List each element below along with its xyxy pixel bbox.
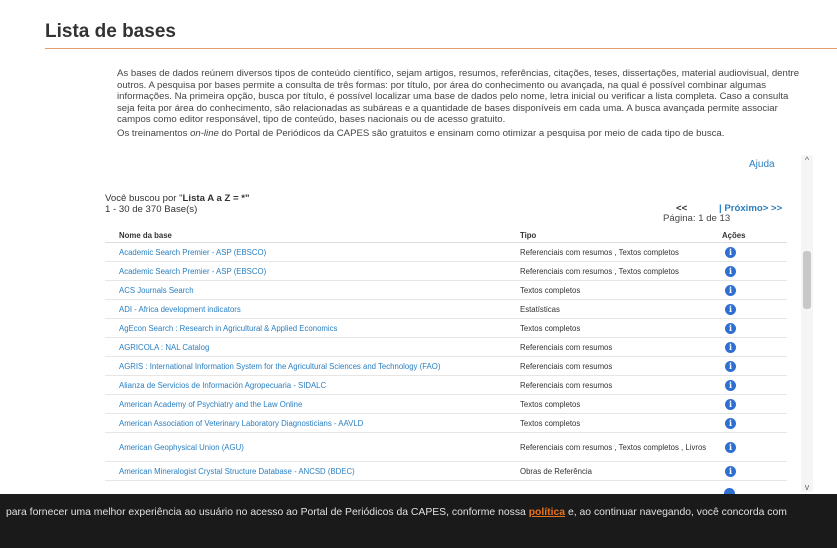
- intro-paragraph: As bases de dados reúnem diversos tipos …: [117, 68, 800, 126]
- base-name-link[interactable]: Alianza de Servicios de Información Agro…: [105, 375, 520, 395]
- table-row: AGRICOLA : NAL Catalog Referenciais com …: [105, 337, 787, 357]
- table-row: Alianza de Servicios de Información Agro…: [105, 375, 787, 395]
- cookie-text-after: e, ao continuar navegando, você concorda…: [565, 507, 787, 518]
- base-tipo: Referenciais com resumos: [520, 356, 722, 376]
- table-header-row: Nome da base Tipo Ações: [105, 228, 787, 243]
- base-name-link[interactable]: Academic Search Premier - ASP (EBSCO): [105, 261, 520, 281]
- base-tipo: Textos completos: [520, 394, 722, 414]
- base-tipo: Obras de Referência: [520, 461, 722, 481]
- base-tipo: Estatísticas: [520, 299, 722, 319]
- training-text-before: Os treinamentos: [117, 128, 191, 139]
- info-icon[interactable]: i: [725, 265, 736, 277]
- search-query: Lista A a Z = *: [182, 193, 246, 204]
- info-icon[interactable]: i: [725, 398, 736, 410]
- info-icon[interactable]: i: [725, 284, 736, 296]
- info-icon[interactable]: i: [725, 246, 736, 258]
- bases-table: Nome da base Tipo Ações Academic Search …: [105, 228, 787, 481]
- page-info: Página: 1 de 13: [663, 213, 731, 224]
- base-tipo: Referenciais com resumos: [520, 337, 722, 357]
- base-name-link[interactable]: Academic Search Premier - ASP (EBSCO): [105, 242, 520, 262]
- table-row: AGRIS : International Information System…: [105, 356, 787, 376]
- title-divider: [45, 48, 837, 49]
- column-header-tipo: Tipo: [520, 228, 722, 243]
- training-text-after: do Portal de Periódicos da CAPES são gra…: [218, 128, 725, 139]
- training-online-italic: on-line: [190, 128, 219, 139]
- table-scrollbar[interactable]: ^ v: [801, 155, 813, 492]
- base-name-link[interactable]: ADI - Africa development indicators: [105, 299, 520, 319]
- table-row: American Academy of Psychiatry and the L…: [105, 394, 787, 414]
- info-icon[interactable]: i: [725, 341, 736, 353]
- info-icon[interactable]: i: [725, 322, 736, 334]
- table-row: Academic Search Premier - ASP (EBSCO) Re…: [105, 242, 787, 262]
- training-paragraph: Os treinamentos on-line do Portal de Per…: [117, 128, 807, 139]
- scrollbar-thumb[interactable]: [803, 251, 811, 309]
- base-name-link[interactable]: American Geophysical Union (AGU): [105, 432, 520, 462]
- search-prefix: Você buscou por ": [105, 193, 183, 204]
- cookie-text-before: para fornecer uma melhor experiência ao …: [6, 507, 529, 518]
- info-icon[interactable]: i: [725, 441, 736, 453]
- info-icon[interactable]: i: [725, 465, 736, 477]
- base-name-link[interactable]: American Mineralogist Crystal Structure …: [105, 461, 520, 481]
- info-icon[interactable]: i: [725, 360, 736, 372]
- table-row: American Geophysical Union (AGU) Referen…: [105, 432, 787, 462]
- cookie-message: para fornecer uma melhor experiência ao …: [6, 507, 787, 518]
- table-row: American Association of Veterinary Labor…: [105, 413, 787, 433]
- table-row: American Mineralogist Crystal Structure …: [105, 461, 787, 481]
- info-icon[interactable]: i: [725, 303, 736, 315]
- table-row: ACS Journals Search Textos completos i: [105, 280, 787, 300]
- base-tipo: Referenciais com resumos: [520, 375, 722, 395]
- base-tipo: Textos completos: [520, 318, 722, 338]
- search-suffix: ": [245, 193, 250, 204]
- table-row: Academic Search Premier - ASP (EBSCO) Re…: [105, 261, 787, 281]
- privacy-policy-link[interactable]: política: [529, 507, 565, 518]
- scroll-down-icon[interactable]: v: [801, 482, 813, 492]
- base-tipo: Referenciais com resumos , Textos comple…: [520, 242, 722, 262]
- base-name-link[interactable]: AGRIS : International Information System…: [105, 356, 520, 376]
- help-link[interactable]: Ajuda: [749, 159, 775, 170]
- base-tipo: Referenciais com resumos , Textos comple…: [520, 261, 722, 281]
- base-name-link[interactable]: American Association of Veterinary Labor…: [105, 413, 520, 433]
- base-tipo: Textos completos: [520, 280, 722, 300]
- page-title: Lista de bases: [45, 21, 176, 42]
- info-icon[interactable]: i: [725, 417, 736, 429]
- scroll-up-icon[interactable]: ^: [801, 155, 813, 165]
- cookie-banner: para fornecer uma melhor experiência ao …: [0, 494, 837, 548]
- base-name-link[interactable]: American Academy of Psychiatry and the L…: [105, 394, 520, 414]
- table-row: ADI - Africa development indicators Esta…: [105, 299, 787, 319]
- base-tipo: Textos completos: [520, 413, 722, 433]
- search-query-line: Você buscou por "Lista A a Z = *": [105, 193, 250, 204]
- base-name-link[interactable]: AGRICOLA : NAL Catalog: [105, 337, 520, 357]
- column-header-acoes: Ações: [722, 228, 787, 243]
- search-summary: Você buscou por "Lista A a Z = *" 1 - 30…: [105, 193, 250, 215]
- base-name-link[interactable]: ACS Journals Search: [105, 280, 520, 300]
- base-tipo: Referenciais com resumos , Textos comple…: [520, 432, 722, 462]
- info-icon[interactable]: i: [725, 379, 736, 391]
- table-row: AgEcon Search : Research in Agricultural…: [105, 318, 787, 338]
- base-name-link[interactable]: AgEcon Search : Research in Agricultural…: [105, 318, 520, 338]
- result-count: 1 - 30 de 370 Base(s): [105, 204, 198, 215]
- column-header-name: Nome da base: [105, 228, 520, 243]
